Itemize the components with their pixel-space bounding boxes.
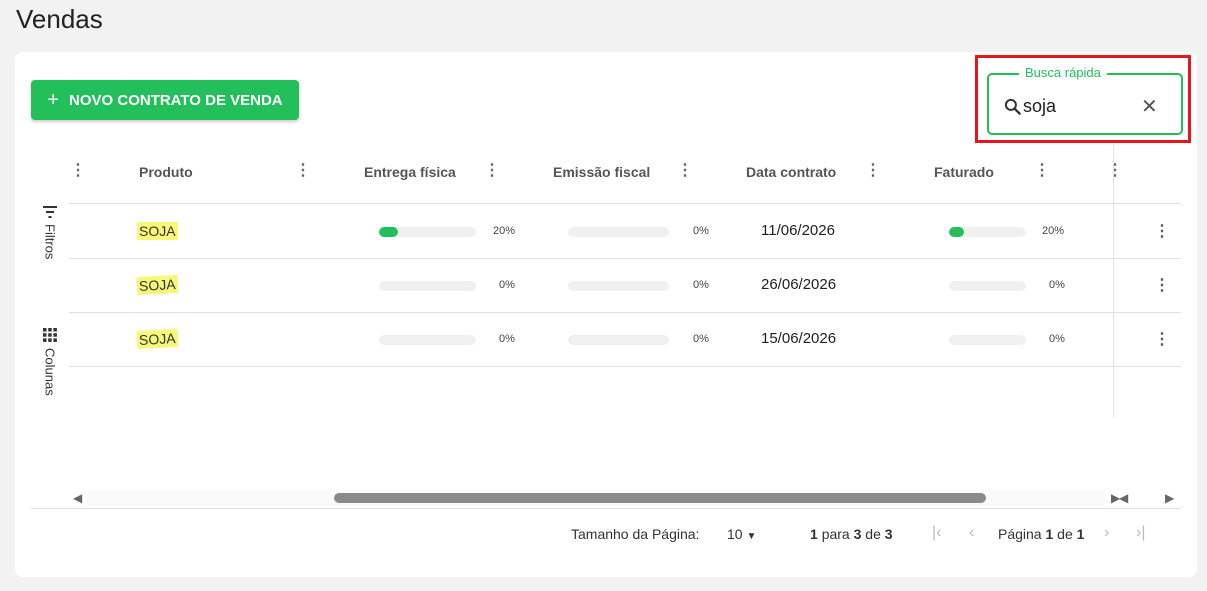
search-icon [1004, 98, 1021, 115]
cell-data-contrato: 15/06/2026 [761, 330, 837, 347]
previous-page-icon[interactable]: ‹ [969, 524, 974, 542]
entrega-percent: 0% [499, 333, 515, 345]
first-page-icon[interactable]: |‹ [932, 524, 941, 542]
plus-icon: + [47, 89, 60, 111]
entrega-progress-fill [379, 227, 399, 237]
entrega-percent: 0% [499, 279, 515, 291]
column-menu-icon[interactable]: ⋮ [295, 162, 311, 180]
new-sales-contract-label: NOVO CONTRATO DE VENDA [69, 91, 283, 109]
pinned-scroll-left-icon[interactable]: ◀ [1119, 490, 1128, 506]
entrega-percent: 20% [493, 225, 516, 237]
cell-data-contrato: 26/06/2026 [761, 276, 837, 293]
quick-search-input[interactable] [1023, 93, 1133, 119]
table-row[interactable]: SOJA 20% 0% 11/06/2026 20% ⋮ [69, 205, 1181, 259]
column-menu-icon[interactable]: ⋮ [1034, 162, 1050, 180]
column-menu-icon[interactable]: ⋮ [677, 162, 693, 180]
emissao-progress-bar [568, 335, 669, 345]
page-size-select[interactable]: 10 ▼ [727, 526, 756, 542]
search-highlight-frame: Busca rápida ✕ [975, 55, 1191, 143]
quick-search-legend: Busca rápida [1019, 65, 1107, 80]
row-menu-icon[interactable]: ⋮ [1154, 223, 1170, 241]
page-indicator: Página 1 de 1 [998, 526, 1085, 542]
page-size-value: 10 [727, 526, 743, 542]
filters-label: Filtros [42, 224, 58, 260]
entrega-progress-bar [379, 227, 476, 237]
cell-produto: SOJA [136, 274, 179, 296]
table-row[interactable]: SOJA 0% 0% 15/06/2026 0% ⋮ [69, 313, 1181, 367]
scroll-track[interactable] [85, 490, 1105, 506]
entrega-progress-bar [379, 335, 476, 345]
quick-search-box[interactable]: Busca rápida ✕ [987, 65, 1183, 135]
scroll-left-icon[interactable]: ◀ [73, 490, 82, 506]
header-data-contrato[interactable]: Data contrato [746, 164, 836, 180]
emissao-progress-bar [568, 281, 669, 291]
header-produto[interactable]: Produto [139, 164, 193, 180]
filter-icon [43, 206, 57, 218]
row-menu-icon[interactable]: ⋮ [1154, 331, 1170, 349]
column-menu-icon[interactable]: ⋮ [70, 162, 86, 180]
emissao-percent: 0% [693, 225, 709, 237]
columns-grid-icon [43, 328, 57, 342]
horizontal-scrollbar[interactable]: ◀ ▶ ◀ ▶ [69, 490, 1181, 506]
column-menu-icon[interactable]: ⋮ [484, 162, 500, 180]
chevron-down-icon: ▼ [746, 531, 757, 542]
emissao-progress-bar [568, 227, 669, 237]
next-page-icon[interactable]: › [1104, 524, 1109, 542]
pinned-scroll-right-icon[interactable]: ▶ [1165, 490, 1174, 506]
columns-label: Colunas [42, 348, 58, 396]
filters-toggle[interactable]: Filtros [31, 206, 69, 259]
page-size-label: Tamanho da Página: [571, 526, 700, 542]
cell-data-contrato: 11/06/2026 [761, 222, 835, 239]
faturado-percent: 20% [1042, 225, 1065, 237]
faturado-progress-fill [949, 227, 965, 237]
cell-produto: SOJA [137, 222, 178, 240]
page-title: Vendas [16, 4, 103, 34]
footer-divider [31, 508, 1181, 509]
clear-icon[interactable]: ✕ [1141, 97, 1158, 117]
header-entrega-fisica[interactable]: Entrega física [364, 164, 456, 180]
header-emissao-fiscal[interactable]: Emissão fiscal [553, 164, 650, 180]
row-menu-icon[interactable]: ⋮ [1154, 277, 1170, 295]
sales-card: + NOVO CONTRATO DE VENDA Busca rápida ✕ … [15, 52, 1197, 577]
entrega-progress-bar [379, 281, 476, 291]
faturado-percent: 0% [1049, 333, 1065, 345]
emissao-percent: 0% [693, 333, 709, 345]
emissao-percent: 0% [693, 279, 709, 291]
faturado-progress-bar [949, 281, 1026, 291]
header-faturado[interactable]: Faturado [934, 164, 994, 180]
faturado-progress-bar [949, 335, 1026, 345]
row-range-summary: 1 para 3 de 3 [810, 526, 893, 542]
last-page-icon[interactable]: ›| [1136, 524, 1145, 542]
faturado-progress-bar [949, 227, 1026, 237]
column-menu-icon[interactable]: ⋮ [865, 162, 881, 180]
cell-produto: SOJA [136, 328, 179, 350]
new-sales-contract-button[interactable]: + NOVO CONTRATO DE VENDA [31, 80, 299, 120]
faturado-percent: 0% [1049, 279, 1065, 291]
columns-toggle[interactable]: Colunas [31, 328, 69, 396]
grid-header-row: ⋮ Produto ⋮ Entrega física ⋮ Emissão fis… [69, 144, 1181, 204]
grid-side-panel: Filtros Colunas [31, 202, 69, 422]
pinned-column-divider [1113, 144, 1114, 417]
table-row[interactable]: SOJA 0% 0% 26/06/2026 0% ⋮ [69, 259, 1181, 313]
scroll-thumb[interactable] [334, 493, 986, 503]
